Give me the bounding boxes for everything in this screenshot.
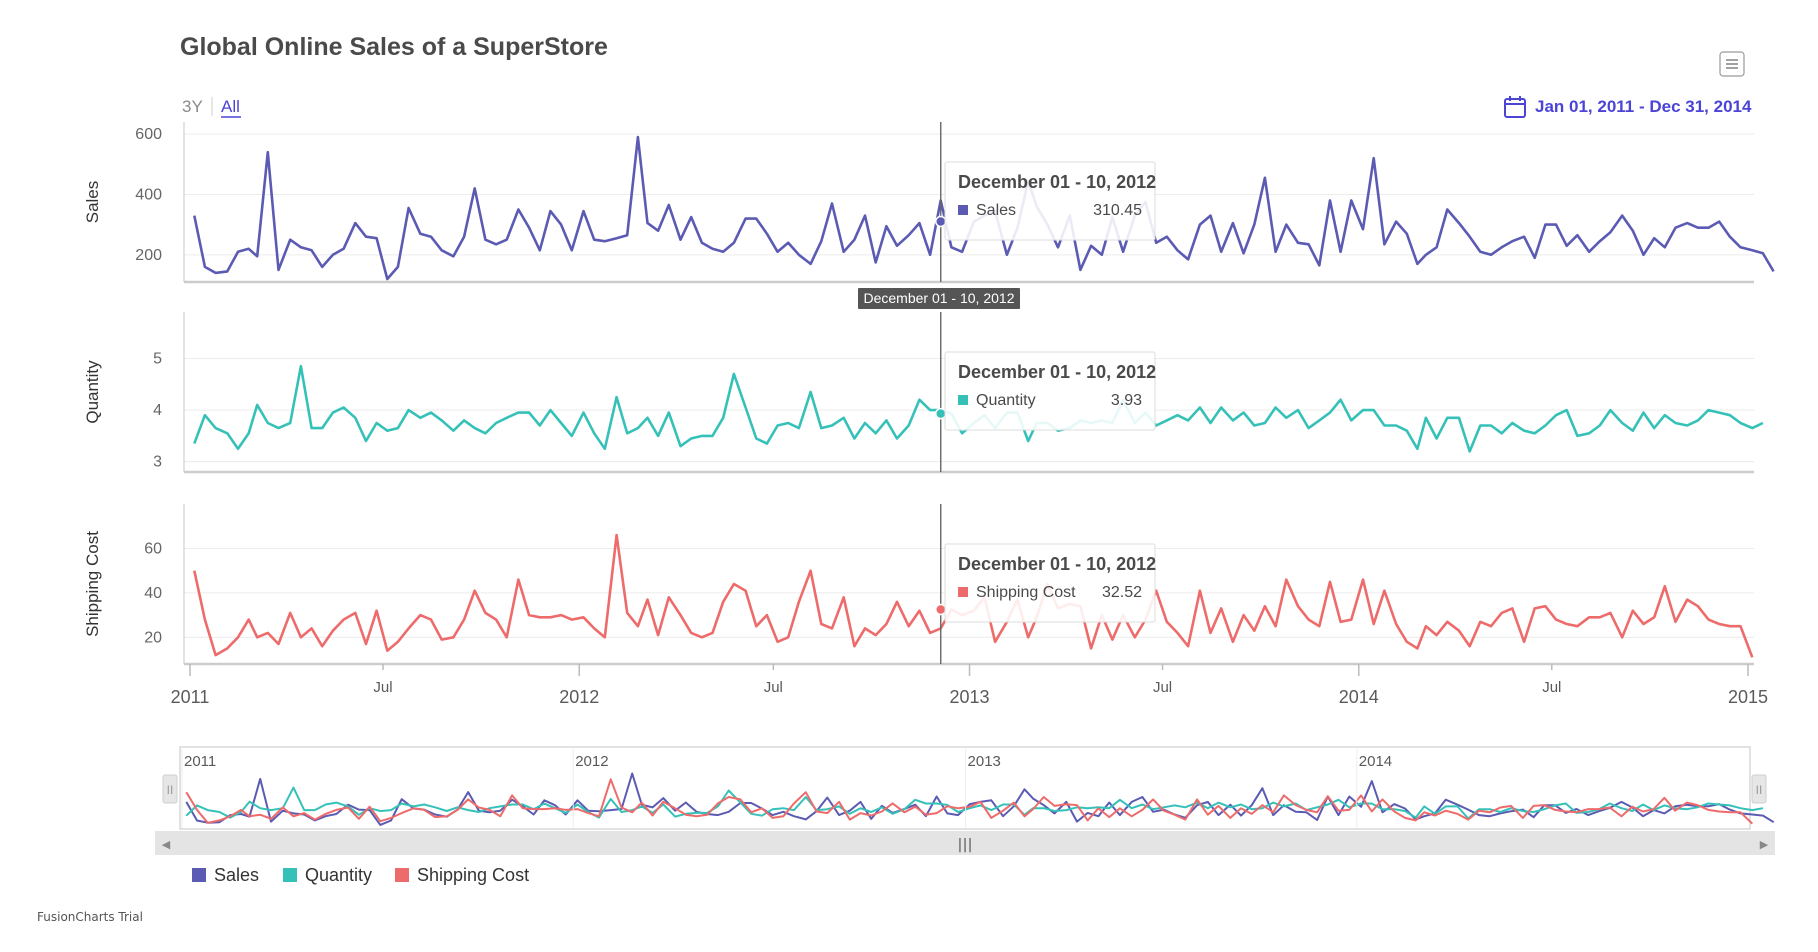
x-axis: 2011 Jul 2012 Jul 2013 Jul 2014 Jul 2015 [171,664,1768,707]
tooltip-swatch [958,205,968,215]
hamburger-menu-icon[interactable] [1719,51,1745,77]
x-tick-label: Jul [373,679,392,696]
tooltip-swatch [958,395,968,405]
legend-label: Shipping Cost [417,865,529,885]
navigator-year-label: 2014 [1359,753,1392,770]
scroll-left-arrow[interactable]: ◀ [162,838,171,851]
crosshair-marker [934,603,947,616]
y-tick-label: 60 [144,540,162,557]
chart-canvas: Global Online Sales of a SuperStore 3Y A… [37,33,1775,924]
legend-label: Sales [214,865,259,885]
tooltip-shipping-cost: December 01 - 10, 2012 Shipping Cost 32.52 [944,543,1156,623]
chart-panels: 200 400 600 Sales 3 4 5 Quantity 20 40 60 Shipping … [83,122,1775,666]
y-tick-label: 20 [144,629,162,646]
legend-label: Quantity [305,865,372,885]
tooltip-title: December 01 - 10, 2012 [958,554,1156,574]
x-tick-label: 2013 [950,687,990,707]
panel-sales: 200 400 600 Sales [83,122,1775,284]
date-range-label[interactable]: Jan 01, 2011 - Dec 31, 2014 [1535,97,1752,116]
x-tick-label: 2011 [171,687,210,707]
navigator-left-handle-grip: II [167,783,174,797]
chart-title: Global Online Sales of a SuperStore [180,33,608,61]
range-button-all[interactable]: All [221,97,240,116]
y-axis-label: Shipping Cost [83,531,102,637]
navigator-year-label: 2011 [184,753,216,770]
tooltip-value: 32.52 [1102,584,1142,601]
legend-item-sales[interactable]: Sales [192,865,259,885]
time-navigator[interactable]: 2011 2012 2013 2014 II II ◀ ▶ ||| [155,746,1775,855]
x-tick-label: Jul [1153,679,1172,696]
crosshair-marker [934,215,947,228]
navigator-right-handle-grip: II [1756,783,1763,797]
range-button-3y[interactable]: 3Y [182,97,203,116]
y-tick-label: 40 [144,585,162,602]
y-axis-label: Sales [83,181,102,224]
calendar-icon[interactable] [1504,96,1526,118]
x-tick-label: 2014 [1339,687,1379,707]
tooltip-series-name: Shipping Cost [976,584,1076,601]
panel-shipping-cost: 20 40 60 Shipping Cost [83,504,1754,666]
tooltip-value: 310.45 [1093,202,1142,219]
x-tick-label: 2012 [559,687,599,707]
y-tick-label: 600 [135,126,162,143]
legend-swatch [283,868,297,882]
scroll-right-arrow[interactable]: ▶ [1760,838,1769,851]
tooltip-quantity: December 01 - 10, 2012 Quantity 3.93 [944,351,1156,431]
tooltip-value: 3.93 [1111,392,1142,409]
tooltip-series-name: Quantity [976,392,1036,409]
tooltip-title: December 01 - 10, 2012 [958,172,1156,192]
y-tick-label: 200 [135,247,162,264]
y-tick-label: 4 [153,402,162,419]
navigator-year-label: 2013 [968,753,1001,770]
legend: Sales Quantity Shipping Cost [192,865,529,885]
legend-item-quantity[interactable]: Quantity [283,865,372,885]
y-axis-label: Quantity [83,360,102,424]
legend-item-shipping-cost[interactable]: Shipping Cost [395,865,529,885]
panel-quantity: 3 4 5 Quantity [83,312,1764,474]
x-tick-label: Jul [764,679,783,696]
y-tick-label: 3 [153,454,162,471]
scroll-thumb-grip[interactable]: ||| [957,837,972,853]
tooltip-sales: December 01 - 10, 2012 Sales 310.45 [944,161,1156,241]
tooltip-swatch [958,587,968,597]
y-tick-label: 400 [135,186,162,203]
legend-swatch [192,868,206,882]
x-tick-label: 2015 [1728,687,1768,707]
y-tick-label: 5 [153,350,162,367]
legend-swatch [395,868,409,882]
crosshair-label: December 01 - 10, 2012 [864,290,1015,306]
navigator-year-label: 2012 [575,753,608,770]
trial-watermark: FusionCharts Trial [37,910,143,924]
navigator-frame [179,746,1751,830]
tooltip-title: December 01 - 10, 2012 [958,362,1156,382]
tooltip-series-name: Sales [976,202,1016,219]
crosshair-marker [934,407,947,420]
x-tick-label: Jul [1542,679,1561,696]
tooltips: December 01 - 10, 2012Sales 310.45Decembe… [934,161,1156,623]
